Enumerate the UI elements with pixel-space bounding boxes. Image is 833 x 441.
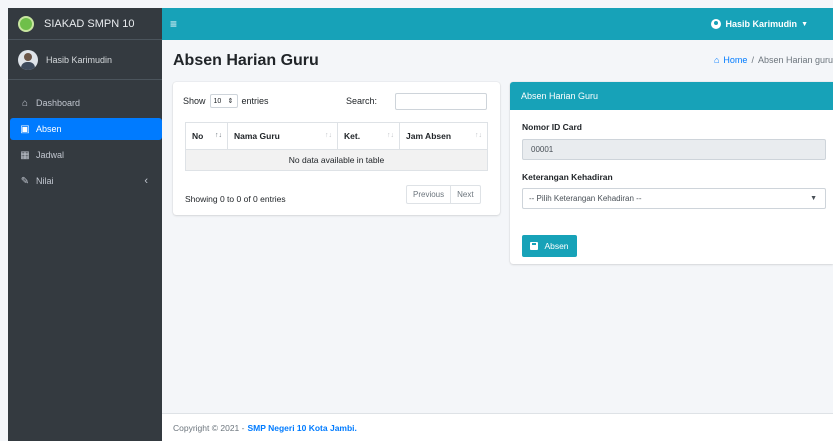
- pencil-icon: ✎: [20, 175, 30, 187]
- sidebar: SIAKAD SMPN 10 Hasib Karimudin ⌂ Dashboa…: [8, 8, 162, 441]
- sidebar-nav: ⌂ Dashboard ▣ Absen ▦ Jadwal ✎ Nilai ‹: [8, 80, 162, 192]
- avatar: [18, 49, 38, 70]
- next-button[interactable]: Next: [451, 185, 481, 204]
- id-card-label: Nomor ID Card: [522, 122, 582, 132]
- user-menu-label: Hasib Karimudin: [725, 19, 798, 29]
- attendance-table-card: Show 10 entries Search: No ↑↓ Nama Guru …: [173, 82, 500, 215]
- calendar-check-icon: ▣: [20, 123, 30, 135]
- table-row: No data available in table: [185, 149, 488, 171]
- attendance-status-label: Keterangan Kehadiran: [522, 172, 613, 182]
- home-icon: ⌂: [713, 55, 720, 65]
- breadcrumb-current: Absen Harian guru: [757, 55, 833, 65]
- column-header-nama-guru[interactable]: Nama Guru ↑↓: [227, 122, 338, 150]
- home-icon: ⌂: [21, 97, 29, 109]
- sidebar-item-jadwal[interactable]: ▦ Jadwal: [14, 144, 156, 166]
- id-card-field[interactable]: 00001: [522, 139, 826, 160]
- sidebar-item-label: Jadwal: [36, 150, 65, 160]
- sidebar-item-absen[interactable]: ▣ Absen: [10, 118, 162, 140]
- save-icon: [530, 242, 539, 250]
- user-panel[interactable]: Hasib Karimudin: [8, 40, 162, 80]
- form-card-title: Absen Harian Guru: [510, 82, 833, 110]
- sidebar-user-name: Hasib Karimudin: [46, 54, 113, 65]
- search-input[interactable]: [395, 93, 487, 110]
- sort-icon: ↑↓: [325, 132, 332, 139]
- breadcrumb-home[interactable]: Home: [723, 55, 747, 65]
- sidebar-item-label: Absen: [36, 124, 62, 134]
- caret-down-icon: ▼: [810, 195, 817, 202]
- breadcrumb: ⌂ Home / Absen Harian guru: [714, 55, 833, 65]
- pagination: Previous Next: [406, 185, 481, 204]
- column-label: Ket.: [344, 131, 361, 141]
- attendance-form-card: Absen Harian Guru Nomor ID Card 00001 Ke…: [510, 82, 833, 264]
- page-title: Absen Harian Guru: [173, 52, 319, 69]
- table-info: Showing 0 to 0 of 0 entries: [185, 194, 286, 204]
- sort-icon: ↑↓: [215, 132, 222, 139]
- length-control: Show 10 entries: [183, 94, 269, 108]
- footer-school-link[interactable]: SMP Negeri 10 Kota Jambi.: [247, 423, 356, 433]
- column-label: Jam Absen: [406, 131, 452, 141]
- absen-button-label: Absen: [544, 241, 569, 251]
- attendance-table: No ↑↓ Nama Guru ↑↓ Ket. ↑↓ Jam Absen ↑↓: [185, 122, 488, 171]
- column-header-ket[interactable]: Ket. ↑↓: [337, 122, 400, 150]
- school-logo-icon: [18, 15, 34, 32]
- brand-name: SIAKAD SMPN 10: [44, 17, 135, 30]
- sidebar-item-nilai[interactable]: ✎ Nilai ‹: [14, 170, 156, 192]
- footer-copyright: Copyright © 2021 -: [173, 422, 245, 433]
- previous-button[interactable]: Previous: [406, 185, 452, 204]
- search-label: Search:: [346, 96, 378, 106]
- select-placeholder: -- Pilih Keterangan Kehadiran --: [529, 194, 642, 203]
- top-navbar: ≡ Hasib Karimudin ▼: [162, 8, 833, 40]
- breadcrumb-separator: /: [751, 55, 754, 65]
- column-label: Nama Guru: [234, 131, 280, 141]
- sidebar-item-dashboard[interactable]: ⌂ Dashboard: [14, 92, 156, 114]
- column-header-no[interactable]: No ↑↓: [185, 122, 228, 150]
- sidebar-item-label: Nilai: [36, 176, 54, 186]
- entries-length-select[interactable]: 10: [209, 94, 238, 108]
- sidebar-item-label: Dashboard: [36, 98, 81, 108]
- absen-submit-button[interactable]: Absen: [522, 235, 577, 257]
- show-label: Show: [183, 96, 206, 106]
- user-circle-icon: [710, 19, 721, 29]
- user-menu[interactable]: Hasib Karimudin ▼: [710, 19, 808, 29]
- sort-icon: ↑↓: [387, 132, 394, 139]
- menu-toggle-icon[interactable]: ≡: [170, 17, 177, 31]
- empty-table-message: No data available in table: [185, 149, 488, 171]
- entries-label: entries: [241, 96, 269, 106]
- column-label: No: [192, 131, 204, 141]
- sort-icon: ↑↓: [475, 132, 482, 139]
- column-header-jam-absen[interactable]: Jam Absen ↑↓: [399, 122, 488, 150]
- calendar-icon: ▦: [20, 149, 30, 161]
- caret-down-icon: ▼: [801, 20, 808, 28]
- attendance-status-select[interactable]: -- Pilih Keterangan Kehadiran -- ▼: [522, 188, 826, 209]
- chevron-left-icon: ‹: [144, 175, 148, 187]
- footer: Copyright © 2021 - SMP Negeri 10 Kota Ja…: [162, 413, 833, 441]
- table-header-row: No ↑↓ Nama Guru ↑↓ Ket. ↑↓ Jam Absen ↑↓: [185, 122, 488, 150]
- brand[interactable]: SIAKAD SMPN 10: [8, 8, 162, 40]
